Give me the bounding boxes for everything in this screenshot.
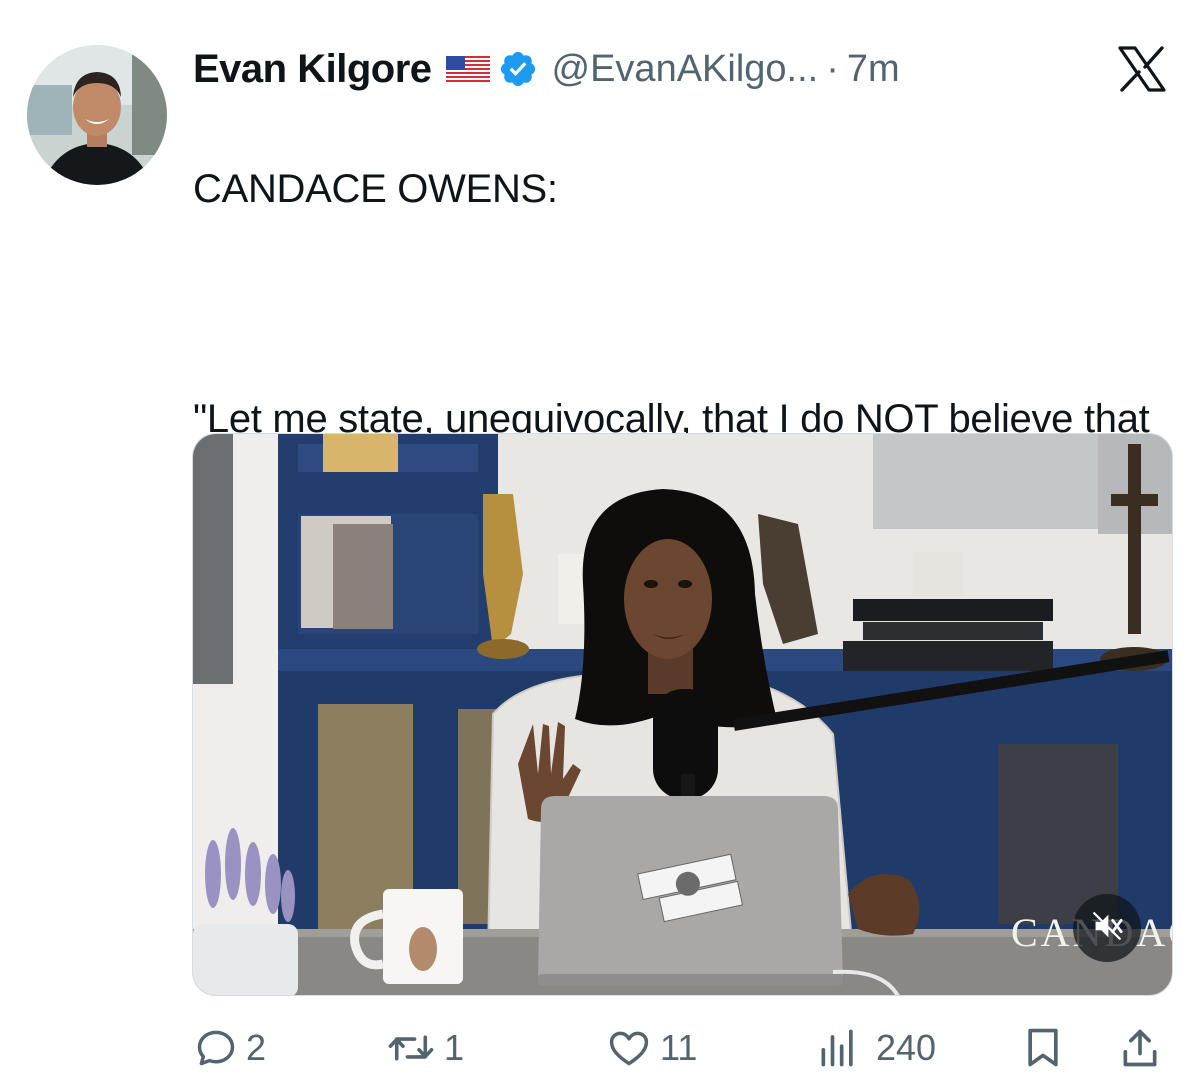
reply-button[interactable]: 2 [194,1018,266,1078]
x-logo-icon[interactable] [1117,46,1167,92]
repost-icon [386,1026,436,1070]
views-count: 240 [876,1027,937,1068]
avatar[interactable] [27,45,167,185]
reply-icon [194,1026,238,1070]
bookmark-icon [1024,1026,1062,1070]
verified-badge-icon[interactable] [498,49,538,89]
display-name[interactable]: Evan Kilgore [193,47,432,92]
like-count: 11 [660,1027,698,1068]
like-button[interactable]: 11 [606,1018,697,1078]
repost-count: 1 [444,1027,465,1068]
share-button[interactable] [1118,1018,1162,1078]
tweet-header: Evan Kilgore @EvanAKilgo... · 7m [193,44,900,94]
avatar-image [27,45,167,185]
tweet-media-video[interactable]: CANDACE [192,433,1173,996]
views-button[interactable]: 240 [816,1018,936,1078]
timestamp[interactable]: 7m [847,48,900,91]
tweet-actions-bar: 2 1 11 240 [0,1018,1200,1078]
bookmark-button[interactable] [1024,1018,1062,1078]
tweet-line-heading: CANDACE OWENS: [193,167,558,211]
reply-count: 2 [246,1027,267,1068]
views-chart-icon [816,1026,860,1070]
separator-dot: · [826,47,839,90]
volume-muted-icon [1090,909,1124,948]
heart-icon [606,1026,652,1070]
repost-button[interactable]: 1 [386,1018,464,1078]
user-handle[interactable]: @EvanAKilgo... [552,48,819,91]
share-icon [1118,1026,1162,1070]
us-flag-icon [445,56,490,82]
mute-button[interactable] [1073,894,1141,962]
